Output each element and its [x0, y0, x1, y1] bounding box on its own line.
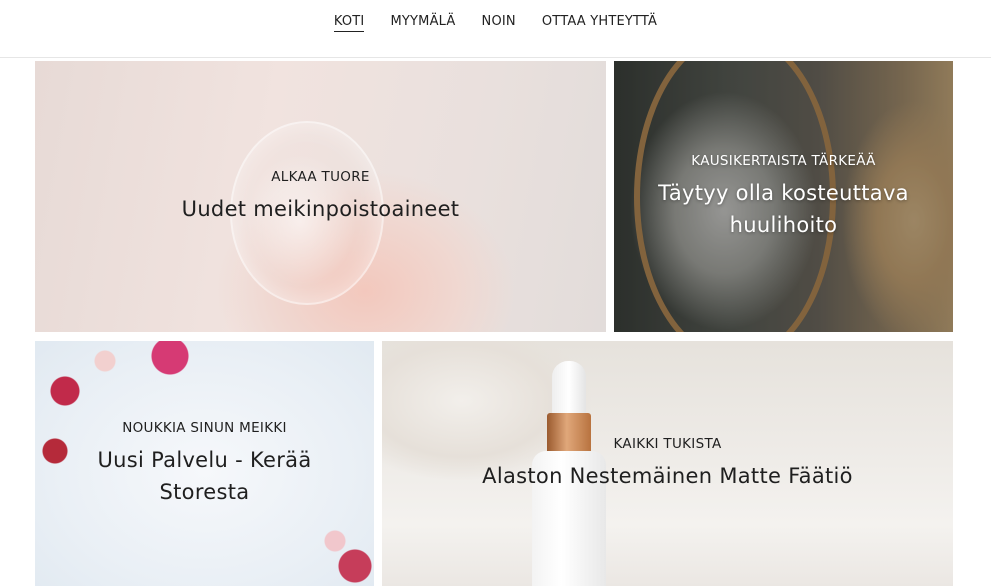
promo-headline[interactable]: Alaston Nestemäinen Matte Fäätiö [482, 460, 853, 492]
nav-ottaa-yhteytta[interactable]: OTTAA YHTEYTTÄ [542, 14, 657, 32]
nav-koti[interactable]: KOTI [333, 14, 365, 32]
promo-tile-lip-balm[interactable]: KAUSIKERTAISTA TÄRKEÄÄ Täytyy olla koste… [614, 61, 953, 332]
promo-eyebrow: ALKAA TUORE [271, 168, 370, 185]
main-navigation: KOTI MYYMÄLÄ NOIN OTTAA YHTEYTTÄ [0, 14, 991, 32]
site-header: KOTI MYYMÄLÄ NOIN OTTAA YHTEYTTÄ [0, 0, 991, 58]
promo-tile-foundation[interactable]: KAIKKI TUKISTA Alaston Nestemäinen Matte… [382, 341, 953, 586]
promo-tile-content: NOUKKIA SINUN MEIKKI Uusi Palvelu - Kerä… [35, 341, 374, 586]
promo-eyebrow: KAIKKI TUKISTA [613, 435, 722, 452]
promo-tile-content: ALKAA TUORE Uudet meikinpoistoaineet [35, 61, 606, 332]
promo-tile-makeup-removers[interactable]: ALKAA TUORE Uudet meikinpoistoaineet [35, 61, 606, 332]
promo-eyebrow: KAUSIKERTAISTA TÄRKEÄÄ [691, 152, 876, 169]
nav-noin[interactable]: NOIN [482, 14, 516, 32]
promo-headline[interactable]: Täytyy olla kosteuttava huulihoito [634, 177, 933, 241]
nav-myymala[interactable]: MYYMÄLÄ [390, 14, 455, 32]
promo-headline[interactable]: Uudet meikinpoistoaineet [182, 193, 460, 225]
promo-headline[interactable]: Uusi Palvelu - Kerää Storesta [55, 444, 354, 508]
promo-tile-content: KAIKKI TUKISTA Alaston Nestemäinen Matte… [382, 341, 953, 586]
promo-tile-content: KAUSIKERTAISTA TÄRKEÄÄ Täytyy olla koste… [614, 61, 953, 332]
promo-tile-store-pickup[interactable]: NOUKKIA SINUN MEIKKI Uusi Palvelu - Kerä… [35, 341, 374, 586]
promo-eyebrow: NOUKKIA SINUN MEIKKI [122, 419, 287, 436]
